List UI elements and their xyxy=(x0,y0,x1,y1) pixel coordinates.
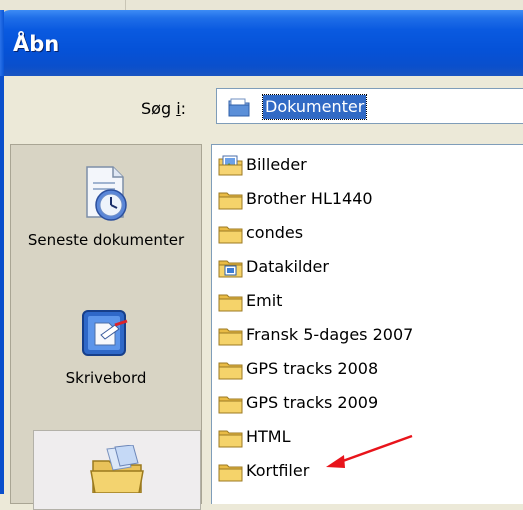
look-in-label: Søg i: xyxy=(141,99,187,118)
places-bar: Seneste dokumenter Skrivebord xyxy=(10,144,202,510)
window-title: Åbn xyxy=(13,32,60,56)
file-name: HTML xyxy=(246,427,291,446)
file-name: GPS tracks 2009 xyxy=(246,393,379,412)
file-name: GPS tracks 2008 xyxy=(246,359,379,378)
pictures-folder-icon xyxy=(218,155,243,176)
list-item-billeder[interactable]: Billeder xyxy=(218,151,307,179)
list-item-gps-tracks-2008[interactable]: GPS tracks 2008 xyxy=(218,355,378,383)
file-name: condes xyxy=(246,223,304,242)
file-name: Fransk 5-dages 2007 xyxy=(246,325,414,344)
file-name: Billeder xyxy=(246,155,307,174)
folder-icon xyxy=(218,430,243,448)
list-item-condes[interactable]: condes xyxy=(218,219,303,247)
list-item-html[interactable]: HTML xyxy=(218,423,291,451)
my-documents-icon xyxy=(90,445,144,493)
folder-icon xyxy=(218,464,243,482)
places-desktop-label: Skrivebord xyxy=(65,369,147,387)
file-name: Datakilder xyxy=(246,257,329,276)
list-item-gps-tracks-2009[interactable]: GPS tracks 2009 xyxy=(218,389,378,417)
file-name: Emit xyxy=(246,291,283,310)
title-bar[interactable]: Åbn xyxy=(0,10,523,76)
file-name: Kortfiler xyxy=(246,461,310,480)
title-bar-edge xyxy=(0,10,4,76)
list-item-emit[interactable]: Emit xyxy=(218,287,282,315)
folder-icon xyxy=(218,294,243,312)
list-item-datakilder[interactable]: Datakilder xyxy=(218,253,329,281)
desktop-icon xyxy=(82,310,128,356)
recent-documents-icon xyxy=(86,166,127,221)
places-recent-documents[interactable]: Seneste dokumenter xyxy=(11,163,201,250)
look-in-value: Dokumenter xyxy=(261,94,368,120)
file-name: Brother HL1440 xyxy=(246,189,373,208)
open-dialog: Søg i: Dokumenter Seneste dokumenter Skr… xyxy=(0,76,523,510)
places-recent-documents-label: Seneste dokumenter xyxy=(27,231,185,249)
my-documents-folder-icon xyxy=(228,98,250,117)
places-desktop[interactable]: Skrivebord xyxy=(11,305,201,388)
data-sources-folder-icon xyxy=(218,260,243,278)
background-window-divider xyxy=(125,0,126,10)
folder-icon xyxy=(218,396,243,414)
folder-icon xyxy=(218,362,243,380)
list-item-fransk-5-dages-2007[interactable]: Fransk 5-dages 2007 xyxy=(218,321,413,349)
places-my-documents[interactable] xyxy=(33,430,201,510)
look-in-dropdown[interactable]: Dokumenter xyxy=(216,88,523,124)
folder-icon xyxy=(218,328,243,346)
list-item-kortfiler[interactable]: Kortfiler xyxy=(218,457,309,485)
file-list[interactable]: Billeder Brother HL1440 condes Datakilde… xyxy=(211,144,523,504)
folder-icon xyxy=(218,192,243,210)
folder-icon xyxy=(218,226,243,244)
list-item-brother-hl1440[interactable]: Brother HL1440 xyxy=(218,185,373,213)
